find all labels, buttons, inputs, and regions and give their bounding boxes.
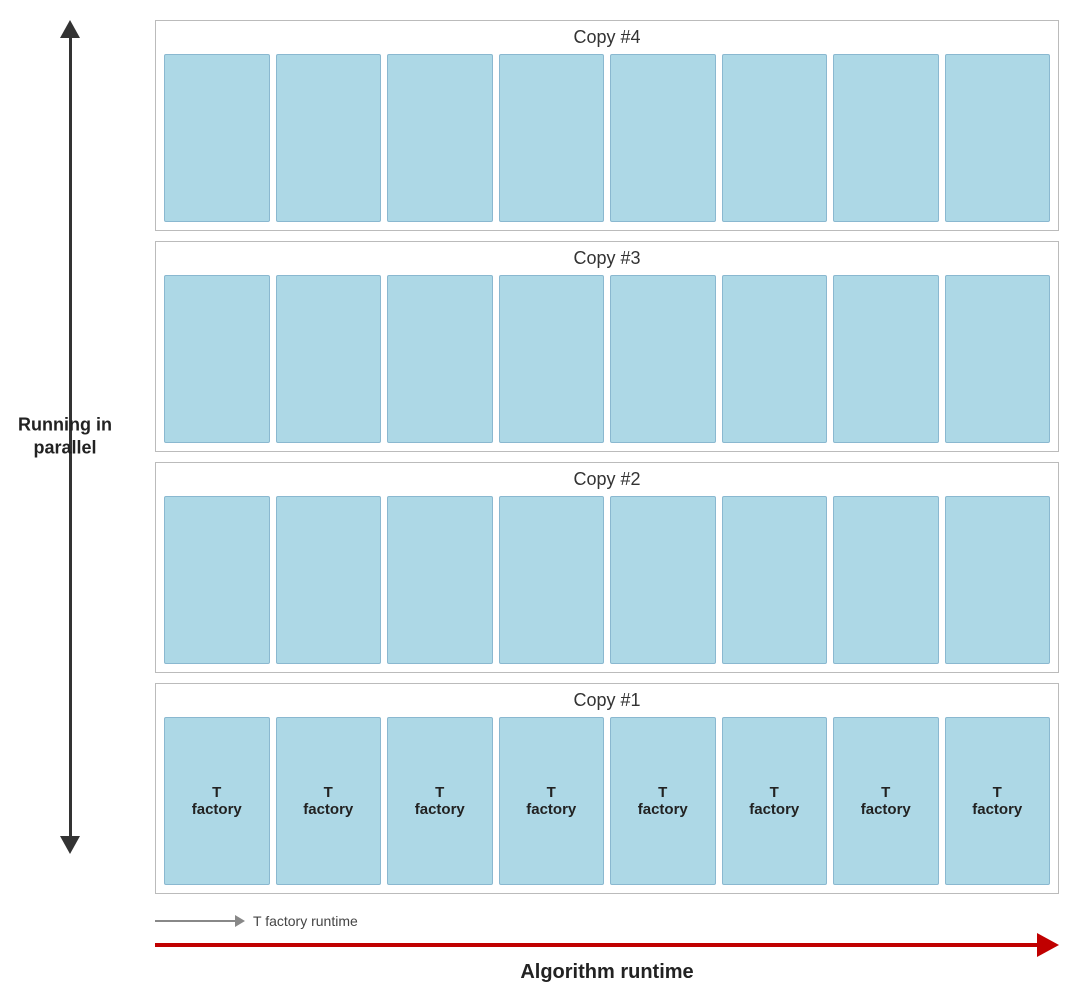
factory-cell — [499, 275, 605, 443]
factory-cell: Tfactory — [276, 717, 382, 885]
cell-t-label: T — [993, 784, 1002, 801]
factory-cell — [387, 54, 493, 222]
factory-cell: Tfactory — [499, 717, 605, 885]
cell-factory-label: factory — [638, 801, 688, 818]
factory-cell — [164, 275, 270, 443]
factory-cell: Tfactory — [387, 717, 493, 885]
algorithm-line — [155, 943, 1037, 947]
factory-cell: Tfactory — [945, 717, 1051, 885]
factory-cells-copy1: TfactoryTfactoryTfactoryTfactoryTfactory… — [164, 717, 1050, 885]
factory-cell — [945, 496, 1051, 664]
factory-cell — [387, 496, 493, 664]
cell-factory-label: factory — [861, 801, 911, 818]
factory-cell — [833, 54, 939, 222]
factory-cell — [945, 275, 1051, 443]
arrow-head-up — [60, 20, 80, 38]
copy-row-copy2: Copy #2 — [155, 462, 1059, 673]
factory-cell: Tfactory — [164, 717, 270, 885]
parallel-arrow-area: Running inparallel — [10, 20, 130, 854]
factory-cell — [610, 275, 716, 443]
factory-cells-copy4 — [164, 54, 1050, 222]
factory-cell — [499, 496, 605, 664]
factory-cell — [276, 54, 382, 222]
cell-factory-label: factory — [192, 801, 242, 818]
factory-cells-copy3 — [164, 275, 1050, 443]
arrow-head-down — [60, 836, 80, 854]
cell-factory-label: factory — [303, 801, 353, 818]
factory-cell — [164, 54, 270, 222]
factory-cell — [164, 496, 270, 664]
cell-t-label: T — [435, 784, 444, 801]
t-factory-arrow — [155, 915, 245, 927]
t-factory-label: T factory runtime — [253, 913, 358, 929]
factory-cell — [499, 54, 605, 222]
t-factory-runtime: T factory runtime — [155, 913, 1059, 929]
factory-cell — [722, 275, 828, 443]
cell-t-label: T — [881, 784, 890, 801]
factory-cells-copy2 — [164, 496, 1050, 664]
copy-title-copy1: Copy #1 — [164, 690, 1050, 711]
bottom-area: T factory runtime Algorithm runtime — [155, 913, 1059, 984]
cell-factory-label: factory — [526, 801, 576, 818]
cell-t-label: T — [324, 784, 333, 801]
factory-cell — [722, 496, 828, 664]
copy-title-copy2: Copy #2 — [164, 469, 1050, 490]
copy-row-copy4: Copy #4 — [155, 20, 1059, 231]
algorithm-runtime-label: Algorithm runtime — [155, 961, 1059, 984]
algorithm-arrowhead — [1037, 933, 1059, 957]
algorithm-runtime-row — [155, 933, 1059, 957]
cell-t-label: T — [212, 784, 221, 801]
factory-cell — [610, 54, 716, 222]
factory-cell — [276, 275, 382, 443]
factory-cell — [722, 54, 828, 222]
copy-row-copy1: Copy #1TfactoryTfactoryTfactoryTfactoryT… — [155, 683, 1059, 894]
main-content: Copy #4Copy #3Copy #2Copy #1TfactoryTfac… — [155, 20, 1059, 894]
cell-t-label: T — [658, 784, 667, 801]
cell-factory-label: factory — [749, 801, 799, 818]
t-factory-line — [155, 920, 235, 922]
cell-t-label: T — [547, 784, 556, 801]
t-factory-arrowhead — [235, 915, 245, 927]
factory-cell — [833, 275, 939, 443]
cell-t-label: T — [770, 784, 779, 801]
factory-cell: Tfactory — [833, 717, 939, 885]
parallel-label: Running inparallel — [10, 414, 120, 461]
cell-factory-label: factory — [972, 801, 1022, 818]
copy-row-copy3: Copy #3 — [155, 241, 1059, 452]
factory-cell — [387, 275, 493, 443]
factory-cell — [833, 496, 939, 664]
factory-cell — [610, 496, 716, 664]
copy-title-copy4: Copy #4 — [164, 27, 1050, 48]
factory-cell — [945, 54, 1051, 222]
factory-cell: Tfactory — [610, 717, 716, 885]
factory-cell — [276, 496, 382, 664]
cell-factory-label: factory — [415, 801, 465, 818]
copy-title-copy3: Copy #3 — [164, 248, 1050, 269]
factory-cell: Tfactory — [722, 717, 828, 885]
